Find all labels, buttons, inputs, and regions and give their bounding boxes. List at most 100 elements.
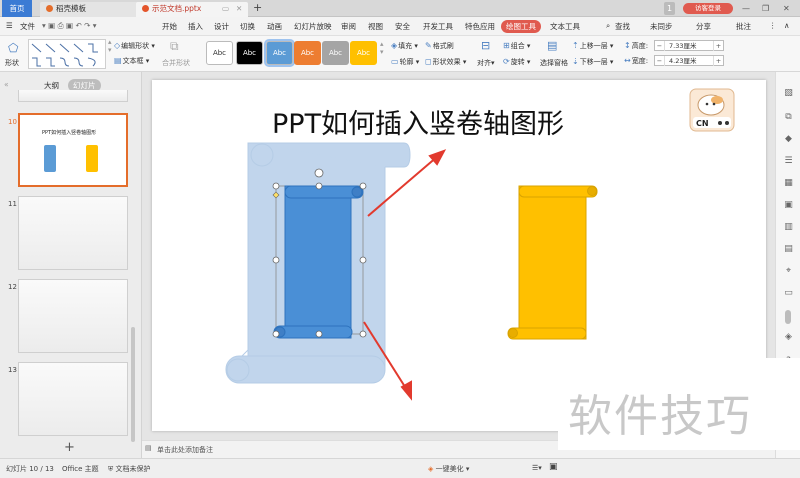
protect-status[interactable]: ⛨ 文档未保护 — [108, 464, 150, 474]
slide-thumbnail-13[interactable] — [18, 362, 128, 436]
pin-icon[interactable]: ⌖ — [783, 266, 794, 277]
menu-developer[interactable]: 开发工具 — [423, 21, 453, 32]
maximize-icon[interactable]: ❐ — [762, 2, 769, 15]
style-preset-white[interactable]: Abc — [206, 41, 233, 65]
shape-button[interactable]: 形状 — [5, 58, 19, 68]
gallery-scroll-icon[interactable]: ▴ ▾ — [108, 38, 112, 54]
menu-text-tools[interactable]: 文本工具 — [550, 21, 580, 32]
normal-view-icon[interactable]: ▣ — [549, 462, 558, 472]
fill-button[interactable]: ◈填充 ▾ — [391, 41, 418, 51]
search-icon[interactable]: ⌕ — [606, 21, 610, 31]
group-button[interactable]: ⊞组合 ▾ — [503, 41, 530, 51]
slide-thumbnail-12[interactable] — [18, 279, 128, 353]
edit-shape-button[interactable]: ◇编辑形状 ▾ — [114, 41, 155, 51]
style-preset-gray[interactable]: Abc — [322, 41, 349, 65]
layers-icon[interactable]: ▦ — [783, 178, 794, 189]
format-brush-button[interactable]: ✎格式刷 — [425, 41, 454, 51]
quick-access-icons[interactable]: ▾ ▣ ⎙ ▣ ↶ ↷ ▾ — [42, 21, 97, 31]
monitor-icon[interactable]: ▭ — [222, 2, 229, 16]
style-scroll-icon[interactable]: ▴ ▾ — [380, 40, 384, 56]
shape-gallery[interactable] — [28, 39, 106, 69]
style-preset-yellow[interactable]: Abc — [350, 41, 377, 65]
menu-insert[interactable]: 插入 — [188, 21, 203, 32]
slide-thumbnail-11[interactable] — [18, 196, 128, 270]
notes-toggle-icon[interactable]: ☰▾ — [532, 464, 542, 472]
height-decrement-icon[interactable]: − — [655, 41, 665, 51]
rotate-button[interactable]: ⟳旋转 ▾ — [503, 57, 530, 67]
edit-shape-label: 编辑形状 — [121, 42, 150, 50]
properties-icon[interactable]: ☰ — [783, 156, 794, 167]
share-button[interactable]: 分享 — [696, 21, 711, 32]
send-backward-button[interactable]: ⇣下移一层 ▾ — [572, 57, 613, 67]
panel-scrollbar[interactable] — [131, 327, 135, 442]
width-value[interactable]: 4.23厘米 — [669, 56, 696, 66]
menu-animation[interactable]: 动画 — [267, 21, 282, 32]
archive-icon[interactable]: ▭ — [783, 288, 794, 299]
height-increment-icon[interactable]: + — [713, 41, 723, 51]
height-stepper[interactable]: −7.33厘米 + — [654, 40, 724, 51]
menu-drawing-tools[interactable]: 绘图工具 — [501, 20, 541, 33]
menu-view[interactable]: 视图 — [368, 21, 383, 32]
select-pane-button[interactable]: 选择窗格 — [540, 58, 568, 68]
format-pane-icon[interactable]: ▧ — [783, 88, 794, 99]
outline-button[interactable]: ▭轮廓 ▾ — [391, 57, 419, 67]
merge-shape-button[interactable]: 合并形状 — [162, 58, 190, 68]
table-icon[interactable]: ▤ — [783, 244, 794, 255]
menu-design[interactable]: 设计 — [214, 21, 229, 32]
shape-settings-icon[interactable]: ◆ — [783, 134, 794, 145]
yellow-scroll[interactable] — [507, 185, 598, 340]
add-slide-button[interactable]: + — [64, 440, 75, 455]
width-stepper[interactable]: −4.23厘米 + — [654, 55, 724, 66]
menu-slideshow[interactable]: 幻灯片放映 — [294, 21, 332, 32]
cube-icon[interactable]: ◈ — [783, 332, 794, 343]
width-label: ↔宽度: — [624, 56, 648, 66]
merge-shape-icon[interactable]: ⧉ — [170, 39, 179, 54]
right-scrollbar[interactable] — [785, 310, 791, 324]
width-increment-icon[interactable]: + — [713, 56, 723, 66]
image-icon[interactable]: ▣ — [783, 200, 794, 211]
minimize-icon[interactable]: — — [742, 2, 750, 15]
height-value[interactable]: 7.33厘米 — [669, 41, 696, 51]
hamburger-icon[interactable]: ☰ — [6, 21, 13, 30]
style-preset-orange[interactable]: Abc — [294, 41, 321, 65]
rotate-handle-icon[interactable] — [314, 168, 324, 178]
slide-thumbnail-9[interactable] — [18, 90, 128, 102]
align-icon[interactable]: ⊟ — [481, 39, 490, 52]
more-icon[interactable]: ⋮ — [769, 21, 777, 30]
copy-icon[interactable]: ⧉ — [783, 112, 794, 123]
close-tab-icon[interactable]: ✕ — [236, 2, 242, 16]
search-label[interactable]: 查找 — [615, 21, 630, 32]
text-box-button[interactable]: ▤文本框 ▾ — [114, 56, 149, 66]
shape-effect-button[interactable]: ◻形状效果 ▾ — [425, 57, 466, 67]
docer-icon — [46, 5, 53, 12]
comment-button[interactable]: 批注 — [736, 21, 751, 32]
bring-forward-button[interactable]: ⇡上移一层 ▾ — [572, 41, 613, 51]
menu-file[interactable]: 文件 — [20, 21, 35, 32]
menu-start[interactable]: 开始 — [162, 21, 177, 32]
protect-label: 文档未保护 — [115, 465, 151, 473]
collapse-ribbon-icon[interactable]: ∧ — [784, 21, 790, 30]
style-preset-black[interactable]: Abc — [236, 41, 263, 65]
close-window-icon[interactable]: ✕ — [783, 2, 790, 15]
width-decrement-icon[interactable]: − — [655, 56, 665, 66]
blue-scroll[interactable] — [273, 185, 364, 339]
menu-review[interactable]: 审阅 — [341, 21, 356, 32]
tab-home[interactable]: 首页 — [2, 0, 32, 17]
guest-login-button[interactable]: 访客登录 — [683, 3, 733, 14]
chart-icon[interactable]: ▥ — [783, 222, 794, 233]
beautify-button[interactable]: ◈ 一键美化 ▾ — [428, 464, 469, 474]
new-tab-button[interactable]: + — [253, 1, 262, 14]
menu-transition[interactable]: 切换 — [240, 21, 255, 32]
collapse-panel-icon[interactable]: « — [4, 80, 9, 89]
slide-thumbnail-10[interactable]: PPT如何插入竖卷轴图形 — [18, 113, 128, 187]
style-preset-blue[interactable]: Abc — [264, 39, 295, 67]
menu-features[interactable]: 特色应用 — [465, 21, 495, 32]
select-pane-icon[interactable]: ▤ — [547, 39, 557, 52]
tab-document[interactable]: 示范文档.pptx ▭ ✕ — [136, 2, 248, 17]
notes-placeholder[interactable]: 单击此处添加备注 — [157, 445, 213, 455]
text-box-label: 文本框 — [122, 57, 144, 65]
sync-status[interactable]: 未同步 — [650, 21, 673, 32]
align-button[interactable]: 对齐▾ — [477, 58, 495, 68]
shape-icon[interactable]: ⬠ — [8, 41, 18, 55]
menu-security[interactable]: 安全 — [395, 21, 410, 32]
